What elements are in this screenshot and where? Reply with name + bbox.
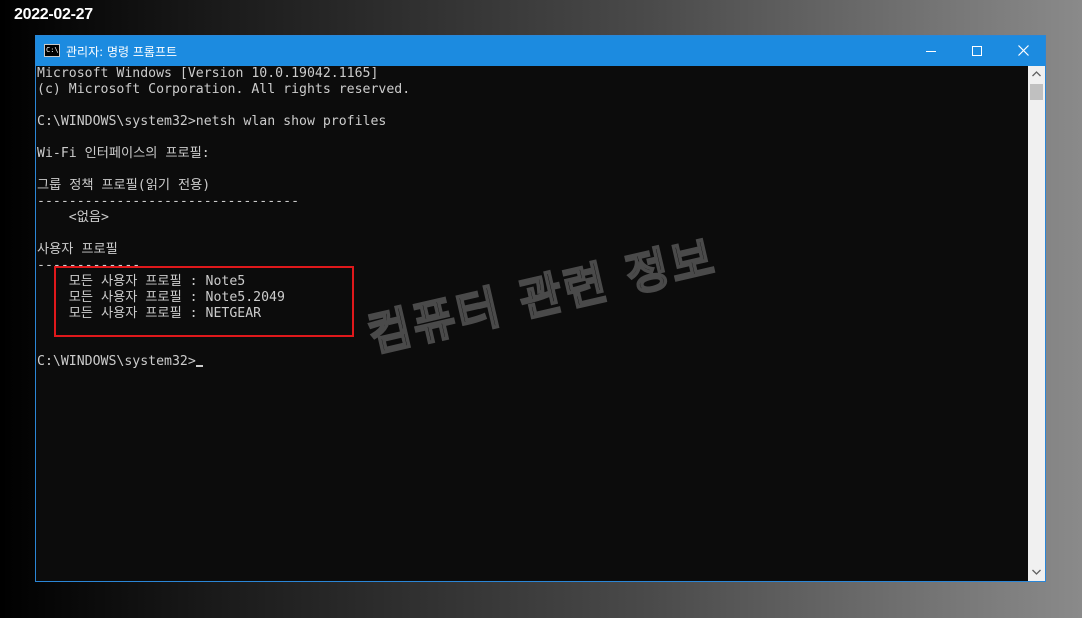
scroll-down-button[interactable] xyxy=(1028,564,1045,581)
console-line: Microsoft Windows [Version 10.0.19042.11… xyxy=(37,66,379,81)
window-title: 관리자: 명령 프롬프트 xyxy=(66,45,178,59)
console-line: C:\WINDOWS\system32>netsh wlan show prof… xyxy=(37,114,387,129)
text-cursor xyxy=(195,365,203,367)
watermark-text: 컴퓨터 관련 정보 xyxy=(362,229,722,364)
cmd-window[interactable]: C:\ 관리자: 명령 프롬프트 Microsoft Windows [Vers… xyxy=(35,35,1046,582)
console-line: 사용자 프로필 xyxy=(37,242,118,257)
prompt-text: C:\WINDOWS\system32> xyxy=(37,354,196,369)
console-line: Wi-Fi 인터페이스의 프로필: xyxy=(37,146,210,161)
date-stamp: 2022-02-27 xyxy=(14,6,93,23)
title-bar[interactable]: C:\ 관리자: 명령 프롬프트 xyxy=(36,36,1045,66)
close-icon xyxy=(1018,45,1029,56)
console-line: <없음> xyxy=(37,210,109,225)
chevron-up-icon xyxy=(1032,71,1041,77)
console-line: 그룹 정책 프로필(읽기 전용) xyxy=(37,178,211,193)
console-line: --------------------------------- xyxy=(37,194,300,209)
scroll-up-button[interactable] xyxy=(1028,66,1045,83)
close-button[interactable] xyxy=(1000,36,1046,66)
vertical-scrollbar[interactable] xyxy=(1028,66,1045,581)
console-output[interactable]: Microsoft Windows [Version 10.0.19042.11… xyxy=(36,66,1030,581)
scroll-thumb[interactable] xyxy=(1030,84,1043,100)
minimize-button[interactable] xyxy=(908,36,954,66)
highlight-box xyxy=(54,266,354,337)
cmd-icon[interactable]: C:\ xyxy=(44,44,60,57)
prompt-line[interactable]: C:\WINDOWS\system32> xyxy=(37,354,203,370)
chevron-down-icon xyxy=(1032,569,1041,575)
maximize-button[interactable] xyxy=(954,36,1000,66)
console-line: (c) Microsoft Corporation. All rights re… xyxy=(37,82,411,97)
